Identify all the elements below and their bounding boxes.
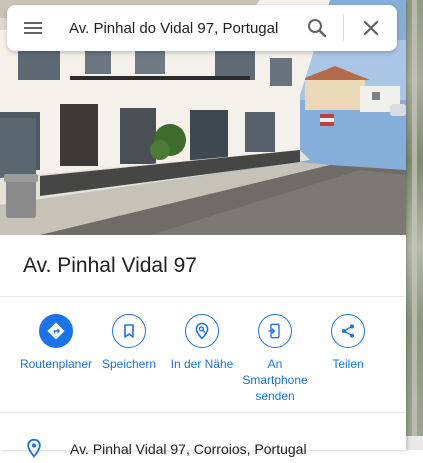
directions-label: Routenplaner bbox=[19, 357, 93, 371]
location-pin-icon bbox=[24, 438, 44, 458]
nearby-button[interactable]: In der Nähe bbox=[164, 314, 240, 372]
search-divider bbox=[343, 15, 344, 41]
bookmark-icon bbox=[112, 314, 146, 348]
send-to-phone-label: An Smartphone senden bbox=[242, 357, 308, 403]
send-to-phone-button[interactable]: An Smartphone senden bbox=[237, 314, 313, 404]
directions-icon bbox=[39, 314, 73, 348]
share-icon bbox=[331, 314, 365, 348]
search-box bbox=[7, 5, 397, 51]
menu-icon[interactable] bbox=[21, 16, 45, 40]
nearby-icon bbox=[185, 314, 219, 348]
divider bbox=[0, 412, 406, 413]
map-road bbox=[412, 0, 417, 450]
close-icon[interactable] bbox=[359, 16, 383, 40]
address-text[interactable]: Av. Pinhal Vidal 97, Corroios, Portugal bbox=[70, 441, 307, 457]
save-button[interactable]: Speichern bbox=[91, 314, 167, 372]
search-icon[interactable] bbox=[305, 16, 329, 40]
map-tile bbox=[406, 436, 423, 450]
search-input[interactable] bbox=[69, 17, 281, 39]
place-panel: Av. Pinhal Vidal 97 Routenplaner Speiche… bbox=[0, 0, 406, 458]
divider bbox=[0, 296, 406, 297]
send-to-phone-icon bbox=[258, 314, 292, 348]
share-button[interactable]: Teilen bbox=[310, 314, 386, 372]
directions-button[interactable]: Routenplaner bbox=[18, 314, 94, 372]
map-area[interactable] bbox=[406, 0, 423, 450]
place-title: Av. Pinhal Vidal 97 bbox=[23, 254, 197, 277]
share-label: Teilen bbox=[332, 357, 364, 371]
save-label: Speichern bbox=[101, 357, 157, 371]
nearby-label: In der Nähe bbox=[170, 357, 234, 371]
